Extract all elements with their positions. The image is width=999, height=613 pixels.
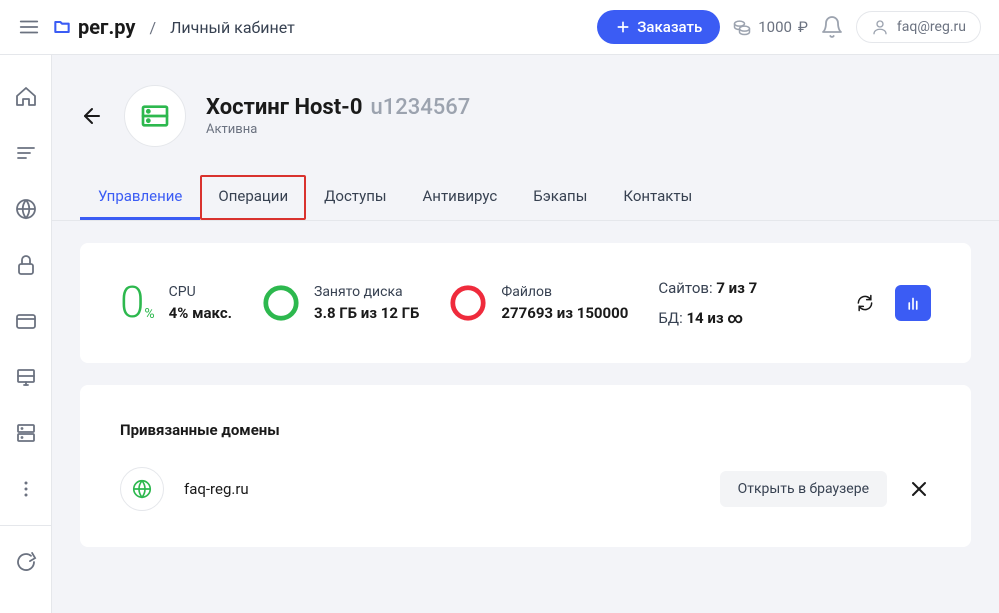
sidebar-item-home[interactable] (14, 85, 38, 109)
refresh-button[interactable] (847, 285, 883, 321)
cpu-suffix: % (144, 306, 154, 322)
sidebar-item-lock[interactable] (14, 253, 38, 277)
sidebar (0, 55, 52, 613)
db-label: БД: (658, 309, 682, 327)
cpu-number: 0 (120, 276, 144, 328)
user-email: faq@reg.ru (897, 19, 966, 35)
tab-contacts[interactable]: Контакты (605, 175, 710, 220)
balance[interactable]: 1000 ₽ (732, 17, 808, 37)
files-ring-icon (449, 284, 487, 322)
disk-label: Занято диска (314, 284, 419, 300)
files-value: 277693 из 150000 (501, 304, 628, 322)
coins-icon (732, 17, 752, 37)
service-badge (124, 85, 186, 147)
globe-icon (131, 478, 153, 500)
user-icon (871, 18, 889, 36)
stat-cpu: 0% CPU 4% макс. (120, 280, 232, 325)
logo-text: рег.ру (78, 15, 135, 39)
open-browser-button[interactable]: Открыть в браузере (720, 471, 887, 507)
chart-button[interactable] (895, 285, 931, 321)
bell-icon[interactable] (820, 15, 844, 39)
breadcrumb[interactable]: Личный кабинет (170, 18, 295, 37)
sidebar-item-server[interactable] (14, 365, 38, 389)
files-label: Файлов (501, 284, 628, 300)
status-badge: Активна (206, 122, 470, 137)
back-arrow-icon[interactable] (80, 104, 104, 128)
page-title: Хостинг Host-0 (206, 95, 362, 120)
stat-disk: Занято диска 3.8 ГБ из 12 ГБ (262, 284, 419, 322)
order-button-label: Заказать (637, 18, 702, 36)
user-menu[interactable]: faq@reg.ru (856, 11, 981, 43)
chart-icon (904, 294, 922, 312)
tab-antivirus[interactable]: Антивирус (405, 175, 516, 220)
sidebar-item-globe[interactable] (14, 197, 38, 221)
sites-value: 7 из 7 (716, 279, 757, 297)
close-icon[interactable] (907, 477, 931, 501)
stat-sites-db: Сайтов: 7 из 7 БД: 14 из ∞ (658, 279, 757, 327)
balance-value: 1000 (758, 18, 792, 36)
logo[interactable]: рег.ру (52, 15, 135, 39)
sidebar-divider (0, 525, 51, 526)
server-icon (139, 100, 171, 132)
db-value: 14 из ∞ (686, 309, 743, 327)
refresh-icon (855, 293, 875, 313)
page-title-id: u1234567 (370, 95, 470, 120)
sites-label: Сайтов: (658, 279, 712, 297)
domains-card: Привязанные домены faq-reg.ru Открыть в … (80, 385, 971, 547)
folder-icon (52, 17, 72, 37)
disk-value: 3.8 ГБ из 12 ГБ (314, 304, 419, 322)
plus-icon (615, 19, 631, 35)
tab-access[interactable]: Доступы (306, 175, 404, 220)
domain-row: faq-reg.ru Открыть в браузере (120, 467, 931, 511)
sidebar-item-more[interactable] (14, 477, 38, 501)
tab-management[interactable]: Управление (80, 175, 200, 220)
tab-operations[interactable]: Операции (200, 175, 306, 220)
cpu-value: 4% макс. (169, 304, 232, 322)
cpu-label: CPU (169, 284, 232, 300)
domain-badge (120, 467, 164, 511)
order-button[interactable]: Заказать (597, 10, 720, 44)
breadcrumb-separator: / (149, 18, 156, 37)
sidebar-item-list[interactable] (14, 141, 38, 165)
sidebar-item-refresh[interactable] (14, 550, 38, 574)
balance-currency: ₽ (798, 18, 808, 36)
sidebar-item-storage[interactable] (14, 421, 38, 445)
domain-name[interactable]: faq-reg.ru (184, 480, 700, 498)
stat-files: Файлов 277693 из 150000 (449, 284, 628, 322)
menu-icon[interactable] (18, 16, 40, 38)
sidebar-item-card[interactable] (14, 309, 38, 333)
domains-title: Привязанные домены (120, 421, 931, 439)
stats-card: 0% CPU 4% макс. Занято диска 3.8 ГБ из 1… (80, 243, 971, 363)
tab-backups[interactable]: Бэкапы (515, 175, 605, 220)
disk-ring-icon (262, 284, 300, 322)
tabs: Управление Операции Доступы Антивирус Бэ… (52, 175, 999, 221)
